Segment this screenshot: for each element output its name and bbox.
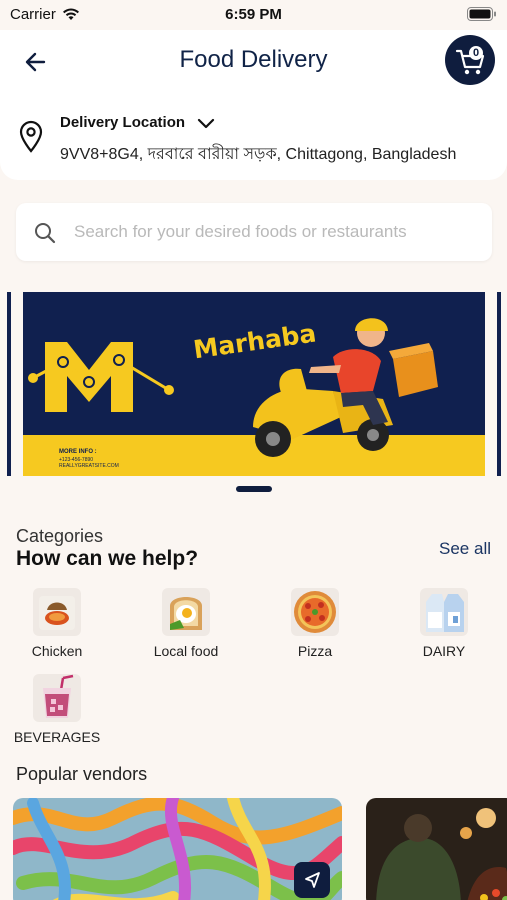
- promo-carousel[interactable]: Marhaba MORE INFO : +123-456-7890 REALLY…: [0, 292, 507, 476]
- promo-banner[interactable]: Marhaba MORE INFO : +123-456-7890 REALLY…: [23, 292, 485, 476]
- carousel-next-peek: [497, 292, 501, 476]
- carousel-prev-peek: [7, 292, 11, 476]
- delivery-scooter-illustration: [253, 318, 438, 457]
- cart-button[interactable]: 0: [445, 35, 495, 85]
- vendor-direction-button[interactable]: [294, 862, 330, 898]
- category-label: DAIRY: [422, 643, 466, 659]
- status-time: 6:59 PM: [225, 6, 282, 23]
- page-title: Food Delivery: [179, 46, 328, 73]
- banner-info-website: REALLYGREATSITE.COM: [59, 463, 119, 469]
- header: Food Delivery 0 Delivery Location 9VV8+8…: [0, 30, 507, 180]
- status-bar: Carrier 6:59 PM: [0, 0, 507, 30]
- banner-info-title: MORE INFO :: [59, 449, 97, 455]
- drink-cup-icon: [33, 674, 81, 722]
- cart-icon: [455, 49, 485, 75]
- vendor-image-candy: [13, 798, 342, 900]
- category-label: BEVERAGES: [13, 729, 101, 745]
- search-input[interactable]: [74, 203, 484, 261]
- category-dairy[interactable]: DAIRY: [394, 588, 494, 668]
- categories-subtitle: Categories: [16, 526, 104, 546]
- cart-count-badge: 0: [469, 46, 483, 60]
- category-local-food[interactable]: Local food: [136, 588, 236, 668]
- pizza-icon: [291, 588, 339, 636]
- vendor-image-market: [366, 798, 507, 900]
- category-label: Chicken: [31, 643, 83, 659]
- category-label: Local food: [153, 643, 219, 659]
- category-label: Pizza: [297, 643, 333, 659]
- navigation-arrow-icon: [305, 872, 320, 888]
- chevron-down-icon: [197, 118, 215, 128]
- see-all-link[interactable]: See all: [439, 539, 491, 559]
- carousel-page-indicator[interactable]: [236, 486, 272, 492]
- delivery-location-label: Delivery Location: [60, 114, 186, 131]
- delivery-address: 9VV8+8G4, দরবারে বারীয়া সড়ক, Chittagon…: [60, 146, 457, 163]
- category-pizza[interactable]: Pizza: [265, 588, 365, 668]
- search-icon: [35, 223, 56, 244]
- popular-vendors-title: Popular vendors: [16, 764, 148, 784]
- category-beverages[interactable]: BEVERAGES: [7, 674, 107, 754]
- brand-logo-m: [28, 342, 174, 412]
- milk-carton-icon: [420, 588, 468, 636]
- category-chicken[interactable]: Chicken: [7, 588, 107, 668]
- battery-icon: [467, 7, 496, 21]
- delivery-location-selector[interactable]: Delivery Location: [60, 114, 215, 131]
- search-bar: [16, 203, 492, 261]
- chicken-dish-icon: [33, 588, 81, 636]
- toast-egg-icon: [162, 588, 210, 636]
- location-pin-icon: [19, 120, 43, 153]
- categories-heading: How can we help?: [16, 547, 199, 570]
- vendor-card[interactable]: [366, 798, 507, 900]
- vendor-card[interactable]: [13, 798, 342, 900]
